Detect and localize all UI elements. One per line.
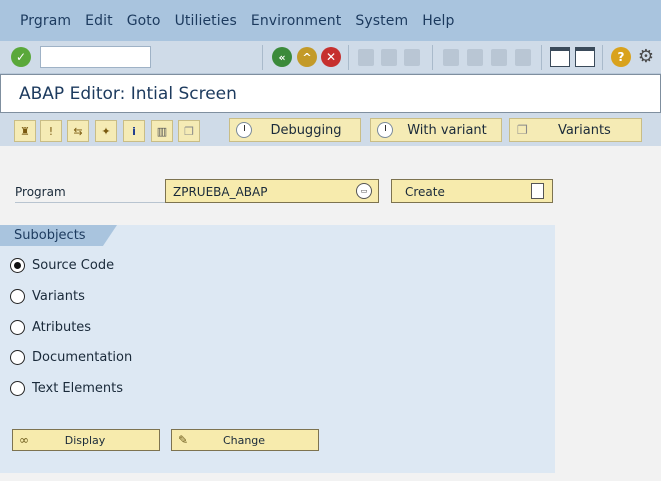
print-icon[interactable] — [358, 49, 374, 66]
title-bar: ABAP Editor: Intial Screen — [0, 74, 661, 113]
radio-attributes[interactable]: Atributes — [10, 320, 91, 335]
change-label: Change — [222, 433, 266, 447]
program-value: ZPRUEBA_ABAP — [173, 185, 268, 199]
radio-label: Atributes — [32, 320, 92, 335]
next-page-icon[interactable] — [491, 49, 507, 66]
cancel-icon[interactable]: ✕ — [321, 47, 341, 67]
menu-goto[interactable]: Goto — [127, 13, 161, 29]
copy-icon[interactable]: ❐ — [178, 120, 200, 142]
radio-button[interactable] — [10, 289, 25, 304]
radio-documentation[interactable]: Documentation — [10, 350, 132, 365]
subobjects-title: Subobjects — [0, 225, 117, 246]
back-icon[interactable]: « — [272, 47, 292, 67]
with-variant-label: With variant — [407, 122, 487, 138]
check-syntax-icon[interactable]: ! — [40, 120, 62, 142]
program-label: Program — [15, 185, 66, 199]
menu-bar: Prgram Edit Goto Utilieties Environment … — [0, 0, 661, 41]
help-icon[interactable]: ? — [611, 47, 631, 67]
toolbar-separator — [262, 45, 263, 70]
toolbar-separator — [348, 45, 349, 70]
toolbar-separator — [602, 45, 603, 70]
menu-edit[interactable]: Edit — [85, 13, 113, 29]
radio-button[interactable] — [10, 381, 25, 396]
toolbar-separator — [541, 45, 542, 70]
value-help-icon[interactable]: ▭ — [356, 183, 372, 199]
last-page-icon[interactable] — [515, 49, 531, 66]
check-icon[interactable]: ✓ — [11, 47, 31, 67]
menu-system[interactable]: System — [355, 13, 408, 29]
radio-button[interactable] — [10, 258, 25, 273]
find-icon[interactable] — [381, 49, 397, 66]
shortcut-icon[interactable] — [575, 47, 595, 67]
where-used-icon[interactable]: ♜ — [14, 120, 36, 142]
find-next-icon[interactable] — [404, 49, 420, 66]
display-label: Display — [64, 433, 106, 447]
radio-label: Documentation — [32, 350, 133, 365]
first-page-icon[interactable] — [443, 49, 459, 66]
change-button[interactable]: ✎ Change — [171, 429, 319, 451]
create-session-icon[interactable] — [550, 47, 570, 67]
radio-label: Text Elements — [32, 381, 124, 396]
document-icon — [531, 183, 544, 199]
object-list-icon[interactable]: ⇆ — [67, 120, 89, 142]
radio-text-elements[interactable]: Text Elements — [10, 381, 123, 396]
radio-label: Source Code — [32, 258, 115, 273]
other-object-icon[interactable]: ✦ — [95, 120, 117, 142]
program-input[interactable]: ZPRUEBA_ABAP ▭ — [165, 179, 379, 203]
debugging-label: Debugging — [270, 122, 342, 138]
settings-icon[interactable]: ⚙ — [636, 47, 656, 67]
clock-icon — [377, 122, 393, 138]
program-label-underline — [15, 202, 165, 203]
delete-icon[interactable]: ▥ — [151, 120, 173, 142]
radio-source-code[interactable]: Source Code — [10, 258, 114, 273]
radio-variants[interactable]: Variants — [10, 289, 85, 304]
create-label: Create — [405, 185, 445, 199]
create-button[interactable]: Create — [391, 179, 553, 203]
previous-page-icon[interactable] — [467, 49, 483, 66]
menu-program[interactable]: Prgram — [20, 13, 71, 29]
variants-icon: ❐ — [517, 123, 528, 137]
display-button[interactable]: ∞ Display — [12, 429, 160, 451]
toolbar-separator — [432, 45, 433, 70]
menu-environment[interactable]: Environment — [251, 13, 342, 29]
menu-utilities[interactable]: Utilieties — [175, 13, 237, 29]
radio-button[interactable] — [10, 320, 25, 335]
clock-icon — [236, 122, 252, 138]
variants-button[interactable]: ❐ Variants — [509, 118, 642, 142]
variants-label: Variants — [557, 122, 611, 138]
glasses-icon: ∞ — [19, 433, 29, 447]
menu-help[interactable]: Help — [422, 13, 454, 29]
with-variant-button[interactable]: With variant — [370, 118, 502, 142]
standard-toolbar: ✓ « ^ ✕ ? ⚙ — [0, 41, 661, 74]
command-field[interactable] — [40, 46, 151, 68]
radio-label: Variants — [32, 289, 85, 304]
page-title: ABAP Editor: Intial Screen — [19, 83, 237, 104]
debugging-button[interactable]: Debugging — [229, 118, 361, 142]
application-toolbar: ♜ ! ⇆ ✦ i ▥ ❐ Debugging With variant ❐ V… — [0, 113, 661, 146]
pencil-icon: ✎ — [178, 433, 189, 447]
exit-icon[interactable]: ^ — [297, 47, 317, 67]
radio-button[interactable] — [10, 350, 25, 365]
info-icon[interactable]: i — [123, 120, 145, 142]
